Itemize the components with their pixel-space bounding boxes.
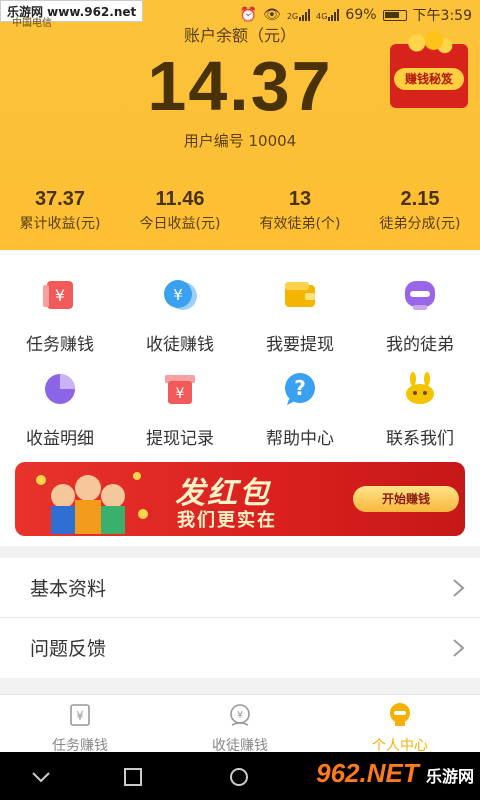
grid-item-label: 我的徒弟	[386, 335, 454, 355]
signal-2g-label: 2G	[286, 12, 299, 21]
start-earning-button[interactable]: 开始赚钱	[353, 486, 459, 512]
eye-icon: 👁	[263, 7, 281, 23]
grid-item-withdraw[interactable]: 我要提现	[240, 276, 360, 368]
grid-item-recruit-money[interactable]: ¥ 收徒赚钱	[120, 276, 240, 368]
svg-text:¥: ¥	[176, 386, 185, 402]
home-square-icon[interactable]	[122, 766, 144, 788]
recruit-icon: ¥	[230, 704, 250, 726]
wallet-icon	[285, 282, 315, 307]
feature-grid: ¥ 任务赚钱 ¥ 收徒赚钱 我要提现 我的徒弟 收益明细 ¥ 提现记录 ? 帮助…	[0, 250, 480, 546]
grid-item-label: 帮助中心	[266, 429, 334, 449]
footer-watermark: 962.NET 乐游网	[316, 758, 474, 794]
grid-item-label: 我要提现	[266, 335, 334, 355]
yuan-card-icon: ¥	[70, 704, 90, 726]
grid-item-contact-us[interactable]: 联系我们	[360, 370, 480, 462]
battery-percent: 69%	[345, 7, 377, 23]
stat-label: 今日收益(元)	[139, 216, 221, 232]
battery-icon	[382, 9, 407, 21]
stat-label: 累计收益(元)	[19, 216, 101, 232]
footer-watermark-sub: 乐游网	[425, 769, 474, 786]
tab-profile[interactable]: 个人中心	[320, 695, 480, 754]
account-header: 乐游网 www.962.net 中国电信 ⏰ 👁 2G 4G 69% 下午3:5…	[0, 0, 480, 250]
system-nav-bar: 962.NET 乐游网	[0, 752, 480, 800]
withdraw-record-icon: ¥	[165, 375, 195, 404]
stats-row: 37.37 累计收益(元) 11.46 今日收益(元) 13 有效徒弟(个) 2…	[0, 188, 480, 233]
grid-item-label: 联系我们	[386, 429, 454, 449]
chevron-right-icon	[453, 639, 465, 657]
money-tips-label: 赚钱秘笈	[394, 68, 464, 90]
chat-face-icon	[405, 281, 435, 310]
stat-valid-apprentices: 13 有效徒弟(个)	[240, 188, 360, 233]
list-item-feedback[interactable]: 问题反馈	[0, 618, 480, 678]
stat-total-income: 37.37 累计收益(元)	[0, 188, 120, 233]
stat-label: 徒弟分成(元)	[379, 216, 461, 232]
back-icon[interactable]	[30, 766, 52, 788]
help-icon: ?	[285, 373, 315, 405]
recruit-money-icon: ¥	[164, 280, 197, 310]
task-money-icon: ¥	[43, 281, 73, 309]
stat-today-income: 11.46 今日收益(元)	[120, 188, 240, 233]
svg-text:¥: ¥	[237, 710, 243, 721]
footer-watermark-main: 962.NET	[316, 758, 419, 788]
alarm-icon: ⏰	[239, 7, 258, 23]
banner-subtitle: 我们更实在	[177, 510, 277, 531]
signal-4g-label: 4G	[316, 12, 328, 21]
grid-item-help-center[interactable]: ? 帮助中心	[240, 370, 360, 462]
grid-item-task-money[interactable]: ¥ 任务赚钱	[0, 276, 120, 368]
tab-recruit-money[interactable]: ¥ 收徒赚钱	[160, 695, 320, 754]
stat-value: 11.46	[155, 188, 205, 210]
svg-text:¥: ¥	[173, 286, 183, 304]
recents-circle-icon[interactable]	[228, 766, 250, 788]
grid-item-label: 收徒赚钱	[146, 335, 214, 355]
contact-icon	[406, 372, 434, 404]
grid-item-label: 任务赚钱	[26, 335, 94, 355]
signal-4g-icon: 4G	[316, 9, 340, 21]
grid-item-income-detail[interactable]: 收益明细	[0, 370, 120, 462]
user-id: 用户编号 10004	[183, 132, 297, 150]
stat-value: 13	[288, 188, 312, 210]
chevron-right-icon	[453, 579, 465, 597]
money-tips-button[interactable]: 赚钱秘笈	[386, 24, 470, 108]
svg-text:?: ?	[294, 376, 306, 400]
tab-task-money[interactable]: ¥ 任务赚钱	[0, 695, 160, 754]
settings-list: 基本资料 问题反馈	[0, 558, 480, 678]
promo-banner[interactable]: 发红包 我们更实在 开始赚钱	[15, 462, 465, 536]
grid-item-withdraw-record[interactable]: ¥ 提现记录	[120, 370, 240, 462]
bottom-tab-bar: ¥ 任务赚钱 ¥ 收徒赚钱 个人中心	[0, 694, 480, 754]
stat-apprentice-share: 2.15 徒弟分成(元)	[360, 188, 480, 233]
coins-icon	[400, 30, 456, 56]
list-item-label: 基本资料	[30, 578, 107, 600]
signal-2g-icon: 2G	[286, 9, 311, 21]
stat-value: 37.37	[34, 188, 86, 210]
pie-chart-icon	[45, 374, 75, 404]
stat-value: 2.15	[400, 188, 440, 210]
grid-item-my-apprentices[interactable]: 我的徒弟	[360, 276, 480, 368]
stat-label: 有效徒弟(个)	[259, 216, 341, 232]
grid-item-label: 收益明细	[26, 429, 94, 449]
svg-text:¥: ¥	[55, 286, 65, 305]
grid-item-label: 提现记录	[146, 429, 214, 449]
svg-text:¥: ¥	[76, 709, 84, 723]
list-item-basic-info[interactable]: 基本资料	[0, 558, 480, 618]
list-item-label: 问题反馈	[30, 638, 107, 660]
cheering-people-illustration	[36, 472, 148, 534]
profile-icon	[390, 703, 410, 726]
